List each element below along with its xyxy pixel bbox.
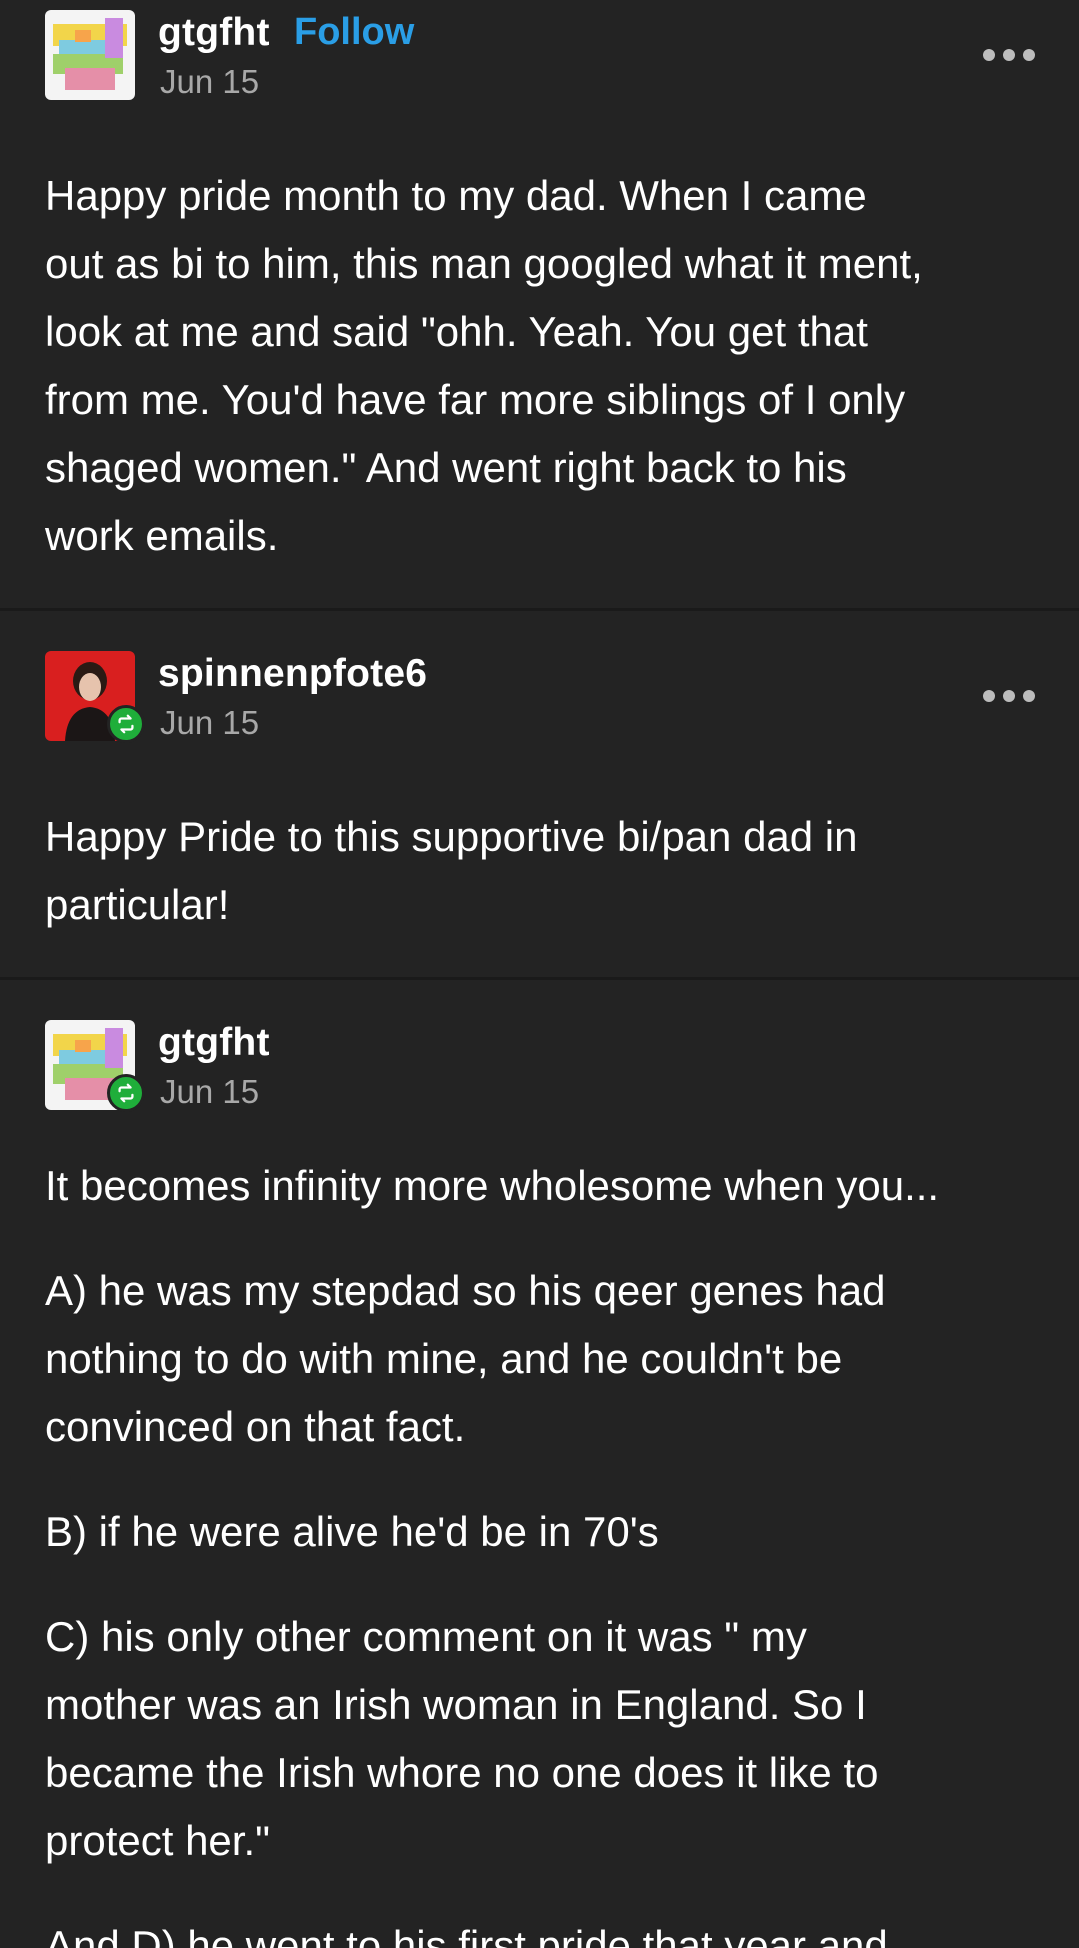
post-paragraph-line: became the Irish whore no one does it li… bbox=[45, 1749, 879, 1796]
post-body-line: Happy Pride to this supportive bi/pan da… bbox=[45, 813, 858, 860]
follow-button[interactable]: Follow bbox=[294, 11, 414, 54]
post-date: Jun 15 bbox=[160, 1073, 260, 1110]
post-body-line: out as bi to him, this man googled what … bbox=[45, 240, 923, 287]
post-body-line: look at me and said "ohh. Yeah. You get … bbox=[45, 308, 868, 355]
post-body-line: particular! bbox=[45, 881, 230, 928]
post-paragraph-line: A) he was my stepdad so his qeer genes h… bbox=[45, 1267, 886, 1314]
post-divider bbox=[0, 608, 1079, 611]
post-paragraph-line: B) if he were alive he'd be in 70's bbox=[45, 1508, 659, 1555]
post-divider bbox=[0, 977, 1079, 980]
more-options-icon[interactable] bbox=[983, 45, 1035, 65]
post-date: Jun 15 bbox=[160, 704, 260, 741]
post-paragraph-line: mother was an Irish woman in England. So… bbox=[45, 1681, 867, 1728]
post-date: Jun 15 bbox=[160, 63, 260, 100]
post-username[interactable]: spinnenpfote6 bbox=[158, 652, 427, 696]
reblog-icon bbox=[107, 705, 145, 743]
post-username[interactable]: gtgfht bbox=[158, 1021, 270, 1065]
post-body-line: work emails. bbox=[45, 512, 279, 559]
post-paragraph-line: It becomes infinity more wholesome when … bbox=[45, 1162, 940, 1209]
post-body-line: Happy pride month to my dad. When I came bbox=[45, 172, 867, 219]
post-paragraph-line: And D) he went to his first pride that y… bbox=[45, 1922, 888, 1948]
post-body-line: shaged women." And went right back to hi… bbox=[45, 444, 847, 491]
post-original: gtgfht Follow Jun 15 Happy pride month t… bbox=[0, 0, 1079, 490]
avatar[interactable] bbox=[45, 10, 135, 100]
post-paragraph-line: nothing to do with mine, and he couldn't… bbox=[45, 1335, 843, 1382]
post-paragraph-line: C) his only other comment on it was " my bbox=[45, 1613, 807, 1660]
post-username[interactable]: gtgfht bbox=[158, 11, 270, 55]
post-body-line: from me. You'd have far more siblings of… bbox=[45, 376, 906, 423]
more-options-icon[interactable] bbox=[983, 686, 1035, 706]
post-paragraph-line: convinced on that fact. bbox=[45, 1403, 466, 1450]
reblog-icon bbox=[107, 1074, 145, 1112]
post-paragraph-line: protect her." bbox=[45, 1817, 271, 1864]
